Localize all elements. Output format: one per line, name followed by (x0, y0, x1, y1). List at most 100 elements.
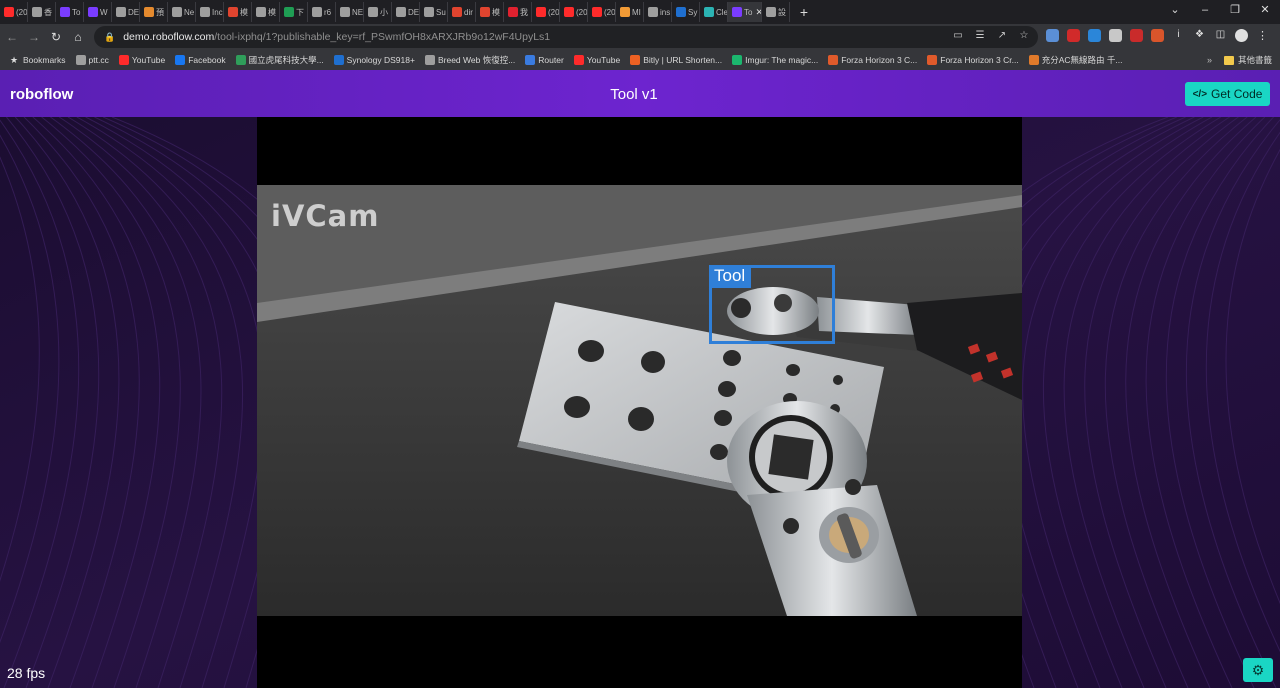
other-bookmarks-label: 其他書籤 (1237, 55, 1272, 65)
browser-tab[interactable]: 下 (280, 2, 308, 22)
camera-scene (257, 185, 1022, 616)
translate-icon[interactable]: ☰ (974, 30, 986, 42)
new-tab-button[interactable]: + (794, 4, 814, 20)
tab-favicon-icon (648, 7, 658, 17)
cast-icon[interactable]: ▭ (952, 30, 964, 42)
bookmark-label: YouTube (131, 55, 166, 65)
extension-icon[interactable] (1067, 29, 1080, 42)
side-panel-icon[interactable]: ◫ (1214, 29, 1227, 42)
bookmark-label: Forza Horizon 3 Cr... (940, 55, 1019, 65)
detection-bounding-box[interactable]: Tool (709, 265, 835, 344)
browser-tab[interactable]: 模 (476, 2, 504, 22)
tab-favicon-icon (536, 7, 546, 17)
browser-tab[interactable]: 模 (224, 2, 252, 22)
browser-tab[interactable]: ins (644, 2, 672, 22)
more-bookmarks-icon[interactable]: » (1207, 55, 1212, 65)
browser-tab[interactable]: 設 (762, 2, 790, 22)
lock-icon[interactable]: 🔒 (104, 32, 115, 43)
browser-tab[interactable]: 小 (364, 2, 392, 22)
bookmarks-menu[interactable]: ★ Bookmarks (10, 55, 66, 65)
bookmark-label: Forza Horizon 3 C... (841, 55, 918, 65)
browser-tab[interactable]: To✕ (728, 2, 762, 22)
extension-icon[interactable] (1151, 29, 1164, 42)
tab-favicon-icon (452, 7, 462, 17)
browser-tab[interactable]: (20 (560, 2, 588, 22)
tab-favicon-icon (144, 7, 154, 17)
bookmark-item[interactable]: Router (525, 55, 564, 65)
bookmark-item[interactable]: YouTube (573, 55, 620, 65)
extension-icon[interactable] (1109, 29, 1122, 42)
browser-tab[interactable]: MI (616, 2, 644, 22)
tab-favicon-icon (480, 7, 490, 17)
settings-button[interactable]: ⚙ (1243, 658, 1273, 682)
bookmark-item[interactable]: Forza Horizon 3 C... (828, 55, 917, 65)
extension-icon[interactable] (1088, 29, 1101, 42)
browser-tab[interactable]: 香 (28, 2, 56, 22)
minimize-icon[interactable]: – (1190, 0, 1220, 20)
tab-title: DE (128, 7, 140, 17)
extension-icon[interactable] (1130, 29, 1143, 42)
browser-tab[interactable]: (20 (588, 2, 616, 22)
avatar[interactable] (1235, 29, 1248, 42)
browser-tab[interactable]: 預 (140, 2, 168, 22)
info-icon[interactable]: i (1172, 29, 1185, 42)
bookmark-star-icon[interactable]: ☆ (1018, 30, 1030, 42)
window-controls: ⌄ – ❐ ✕ (1160, 0, 1280, 20)
browser-tab[interactable]: (20 (0, 2, 28, 22)
tab-title: To (72, 7, 81, 17)
back-arrow-icon[interactable]: ← (2, 30, 22, 44)
bookmark-item[interactable]: Forza Horizon 3 Cr... (927, 55, 1019, 65)
browser-tab[interactable]: Su (420, 2, 448, 22)
browser-tab[interactable]: 模 (252, 2, 280, 22)
bookmark-item[interactable]: 國立虎尾科技大學... (235, 54, 324, 66)
bookmark-item[interactable]: Breed Web 恢復控... (424, 54, 515, 66)
extension-icon[interactable] (1046, 29, 1059, 42)
bookmark-favicon-icon (525, 55, 536, 65)
close-window-icon[interactable]: ✕ (1250, 0, 1280, 20)
tab-title: (20 (16, 7, 28, 17)
home-icon[interactable]: ⌂ (68, 30, 88, 44)
bookmark-item[interactable]: 充分AC無線路由 千... (1028, 54, 1122, 66)
tab-favicon-icon (312, 7, 322, 17)
bookmark-favicon-icon (118, 55, 129, 65)
browser-tab[interactable]: NE (336, 2, 364, 22)
bookmark-item[interactable]: Imgur: The magic... (732, 55, 818, 65)
tab-search-icon[interactable]: ⌄ (1160, 0, 1190, 20)
restore-icon[interactable]: ❐ (1220, 0, 1250, 20)
browser-tab[interactable]: r6 (308, 2, 336, 22)
tab-favicon-icon (368, 7, 378, 17)
tab-favicon-icon (340, 7, 350, 17)
browser-tab[interactable]: Ne (168, 2, 196, 22)
browser-tab[interactable]: 我 (504, 2, 532, 22)
puzzle-icon[interactable]: ❖ (1193, 29, 1206, 42)
get-code-button[interactable]: </> Get Code (1185, 82, 1270, 106)
forward-arrow-icon[interactable]: → (24, 30, 44, 44)
browser-tab[interactable]: DE (392, 2, 420, 22)
url-path: /tool-ixphq/1?publishable_key=rf_PSwmfOH… (214, 31, 551, 43)
browser-tab[interactable]: W (84, 2, 112, 22)
browser-tab[interactable]: dir (448, 2, 476, 22)
tab-favicon-icon (172, 7, 182, 17)
bookmark-item[interactable]: Synology DS918+ (333, 55, 415, 65)
tab-favicon-icon (228, 7, 238, 17)
bookmark-favicon-icon (175, 55, 186, 65)
bookmark-item[interactable]: Bitly | URL Shorten... (630, 55, 722, 65)
share-icon[interactable]: ↗ (996, 30, 1008, 42)
bookmark-item[interactable]: ptt.cc (75, 55, 109, 65)
tab-favicon-icon (200, 7, 210, 17)
bookmark-list: ★ Bookmarks ptt.cc YouTube Facebook 國立虎尾科技大學.… (0, 54, 1122, 66)
browser-tab[interactable]: To (56, 2, 84, 22)
reload-icon[interactable]: ↻ (46, 30, 66, 44)
browser-tab[interactable]: (20 (532, 2, 560, 22)
other-bookmarks[interactable]: » 其他書籤 (1207, 54, 1272, 66)
browser-tab[interactable]: Inc (196, 2, 224, 22)
bookmark-item[interactable]: Facebook (175, 55, 226, 65)
menu-icon[interactable]: ⋮ (1256, 29, 1269, 42)
browser-tab[interactable]: Cle (700, 2, 728, 22)
address-bar[interactable]: 🔒 demo.roboflow.com/tool-ixphq/1?publish… (94, 26, 1038, 48)
bookmark-label: ptt.cc (88, 55, 109, 65)
tab-title: dir (464, 7, 473, 17)
bookmark-item[interactable]: YouTube (118, 55, 166, 65)
browser-tab[interactable]: Sy (672, 2, 700, 22)
browser-tab[interactable]: DE (112, 2, 140, 22)
